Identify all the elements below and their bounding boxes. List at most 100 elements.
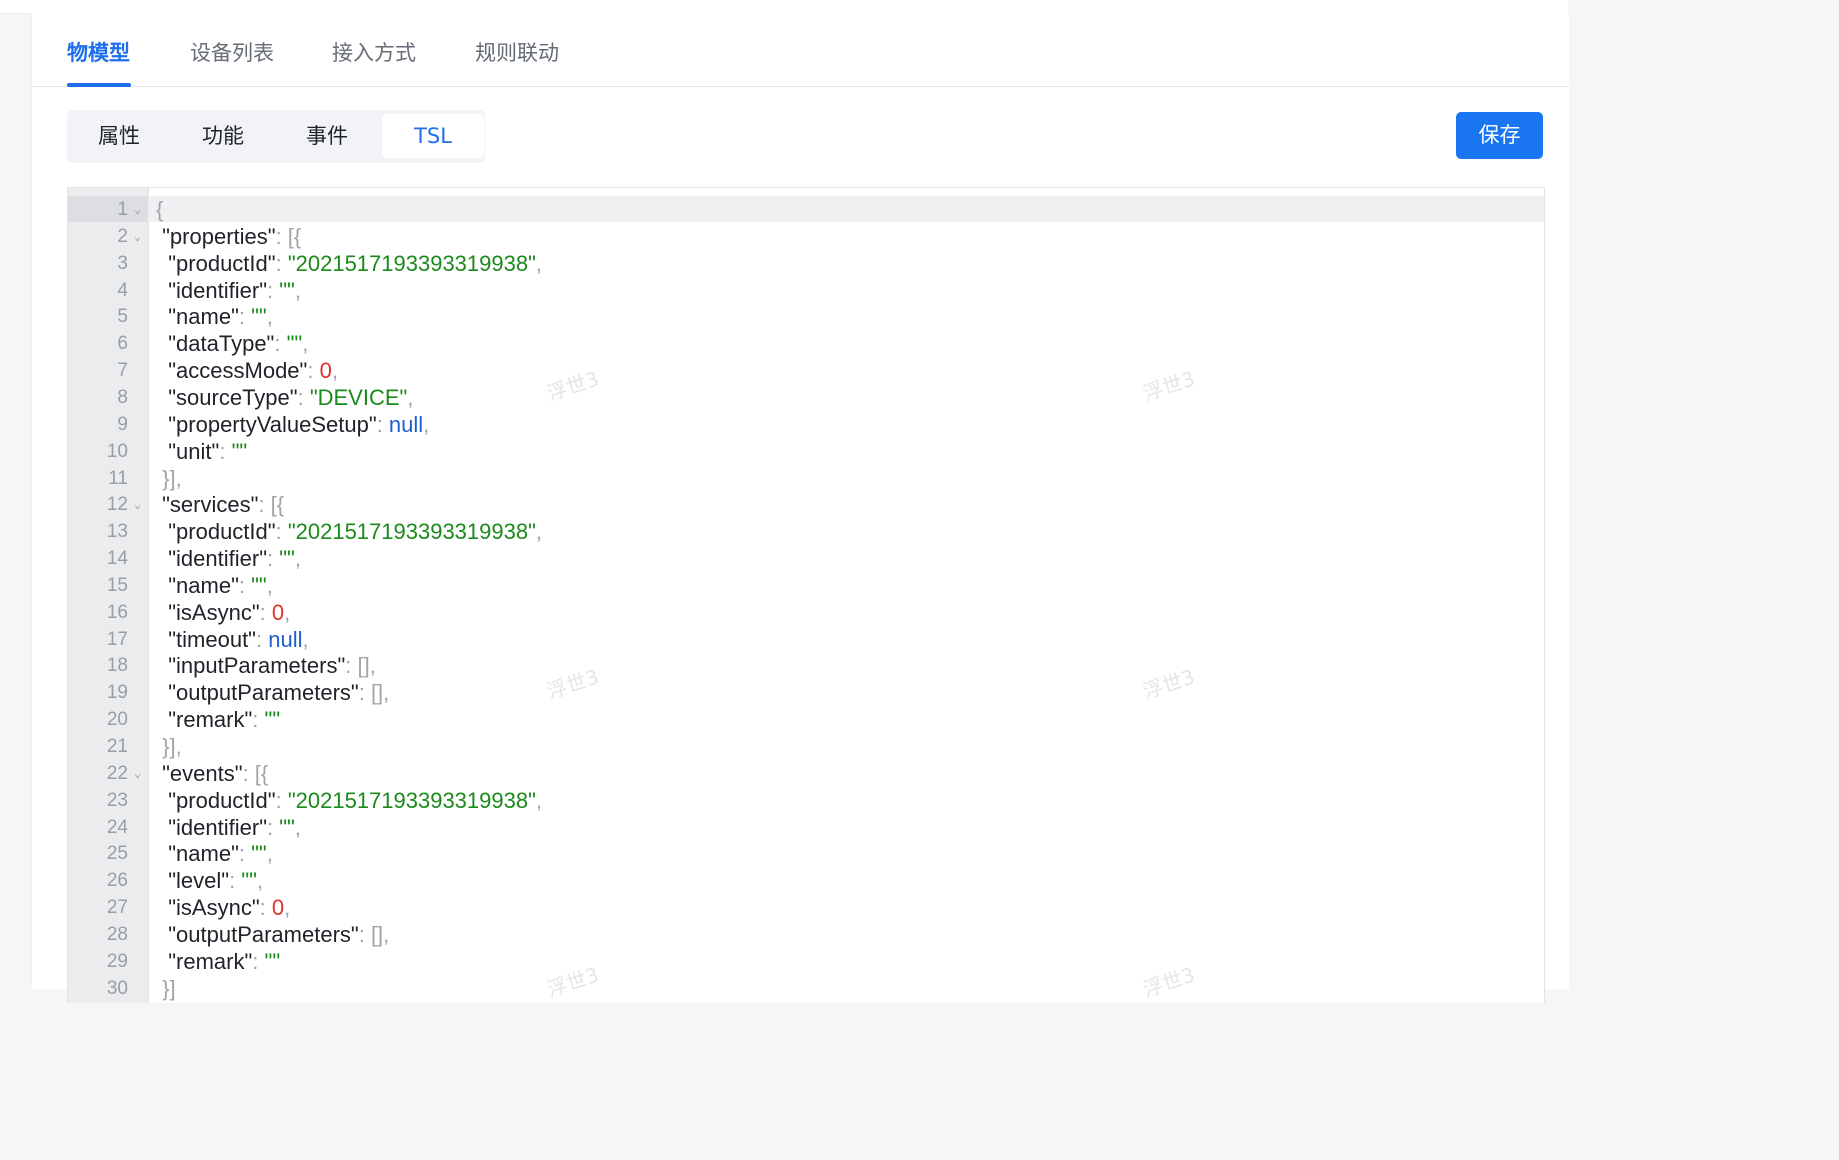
line-number: 30 xyxy=(106,977,128,999)
code-line: 29 "remark": "" xyxy=(68,948,1544,975)
line-number: 17 xyxy=(106,628,128,650)
code-token: "isAsync" xyxy=(156,895,260,921)
code-token: : [{ xyxy=(275,223,302,249)
line-number: 18 xyxy=(106,655,128,677)
code-token: "productId" xyxy=(156,250,276,276)
code-token: }], xyxy=(156,734,182,759)
code-token: "services" xyxy=(156,492,259,518)
code-line: 4 "identifier": "", xyxy=(68,277,1544,304)
code-token: "timeout" xyxy=(156,626,256,652)
code-token: "productId" xyxy=(156,519,276,545)
code-token: }] xyxy=(156,975,176,1001)
code-token: "" xyxy=(251,572,267,598)
code-token: "" xyxy=(251,304,267,330)
code-token: , xyxy=(294,546,301,572)
code-line: 30 }] xyxy=(68,975,1544,1002)
subtab-properties[interactable]: 属性 xyxy=(71,114,167,158)
code-token: : xyxy=(267,546,280,572)
line-number: 20 xyxy=(106,709,128,731)
code-text: }] xyxy=(156,975,176,1002)
tab-thing-model[interactable]: 物模型 xyxy=(67,37,130,67)
code-text: "identifier": "", xyxy=(156,814,301,841)
subtab-functions[interactable]: 功能 xyxy=(175,114,271,158)
code-token: , xyxy=(535,787,543,813)
code-token: "level" xyxy=(156,868,230,894)
code-text: "productId": "2021517193393319938", xyxy=(156,518,542,545)
line-number: 19 xyxy=(106,682,128,704)
code-token: , xyxy=(423,411,430,437)
code-text: "remark": "" xyxy=(156,948,280,975)
line-number: 27 xyxy=(106,897,128,919)
code-token: : [{ xyxy=(242,760,269,786)
code-token: , xyxy=(284,895,291,921)
tsl-code-editor[interactable]: 1 ⌄{2 ⌄ "properties": [{3 "productId": "20… xyxy=(67,187,1545,1003)
tab-device-list[interactable]: 设备列表 xyxy=(190,37,274,67)
code-line: 17 "timeout": null, xyxy=(68,626,1544,653)
code-token: : xyxy=(252,707,265,733)
code-text: "sourceType": "DEVICE", xyxy=(156,384,413,411)
code-text: "name": "", xyxy=(156,572,273,599)
code-text: "identifier": "", xyxy=(156,545,301,572)
line-number: 11 xyxy=(108,467,128,489)
line-number: 21 xyxy=(106,736,128,757)
code-token: "sourceType" xyxy=(156,384,298,410)
line-number: 15 xyxy=(106,574,128,596)
code-token: "" xyxy=(251,841,267,867)
fold-chevron-icon[interactable]: ⌄ xyxy=(134,229,141,243)
code-token: : xyxy=(238,304,252,330)
line-number: 4 xyxy=(117,279,128,301)
code-text: "properties": [{ xyxy=(156,223,301,250)
code-token: "events" xyxy=(156,760,243,786)
fold-chevron-icon[interactable]: ⌄ xyxy=(134,202,141,216)
code-line: 28 "outputParameters": [], xyxy=(68,921,1544,948)
line-number: 3 xyxy=(117,252,128,274)
save-button[interactable]: 保存 xyxy=(1456,112,1543,159)
code-text: "propertyValueSetup": null, xyxy=(156,411,429,438)
line-number: 25 xyxy=(106,843,128,865)
code-token: , xyxy=(266,572,273,598)
line-number: 29 xyxy=(106,950,128,972)
code-line: 13 "productId": "2021517193393319938", xyxy=(68,518,1544,545)
tab-access-method[interactable]: 接入方式 xyxy=(332,37,416,67)
subtab-events[interactable]: 事件 xyxy=(279,114,375,158)
code-line: 10 "unit": "" xyxy=(68,438,1544,465)
code-token: : xyxy=(238,572,252,598)
code-text: "productId": "2021517193393319938", xyxy=(156,250,542,277)
code-line: 18 "inputParameters": [], xyxy=(68,652,1544,679)
code-text: "unit": "" xyxy=(156,438,247,465)
code-text: "isAsync": 0, xyxy=(156,894,290,921)
line-number: 16 xyxy=(106,601,128,623)
code-token: : [], xyxy=(358,680,390,706)
subtab-tsl[interactable]: TSL xyxy=(382,114,484,158)
line-number: 10 xyxy=(106,440,128,462)
code-token: "" xyxy=(231,438,248,464)
code-token: }], xyxy=(156,465,182,491)
code-token: , xyxy=(256,868,264,894)
code-token: , xyxy=(331,358,338,384)
fold-chevron-icon[interactable]: ⌄ xyxy=(134,497,141,511)
code-text: "productId": "2021517193393319938", xyxy=(156,787,542,814)
code-token: : [], xyxy=(345,653,376,679)
code-line: 26 "level": "", xyxy=(68,867,1544,894)
fold-chevron-icon[interactable]: ⌄ xyxy=(134,766,141,780)
code-token: "inputParameters" xyxy=(156,653,346,679)
code-token: "" xyxy=(279,546,295,572)
code-token: "propertyValueSetup" xyxy=(156,411,377,437)
code-line: 15 "name": "", xyxy=(68,572,1544,599)
tab-rule-linkage[interactable]: 规则联动 xyxy=(475,37,559,67)
code-token: , xyxy=(302,626,309,652)
code-token: , xyxy=(407,384,414,410)
code-text: "name": "", xyxy=(156,840,273,867)
code-text: "outputParameters": [], xyxy=(156,921,389,948)
code-token: : xyxy=(275,787,288,813)
code-token: : xyxy=(275,519,288,545)
code-line: 27 "isAsync": 0, xyxy=(68,894,1544,921)
code-token: "remark" xyxy=(156,948,253,974)
code-token: null xyxy=(388,411,424,437)
code-line: 9 "propertyValueSetup": null, xyxy=(68,411,1544,438)
code-token: : xyxy=(307,358,320,384)
code-token: "outputParameters" xyxy=(156,680,359,706)
code-text: "outputParameters": [], xyxy=(156,679,389,706)
code-token: "name" xyxy=(156,304,239,330)
active-tab-indicator xyxy=(67,83,131,87)
